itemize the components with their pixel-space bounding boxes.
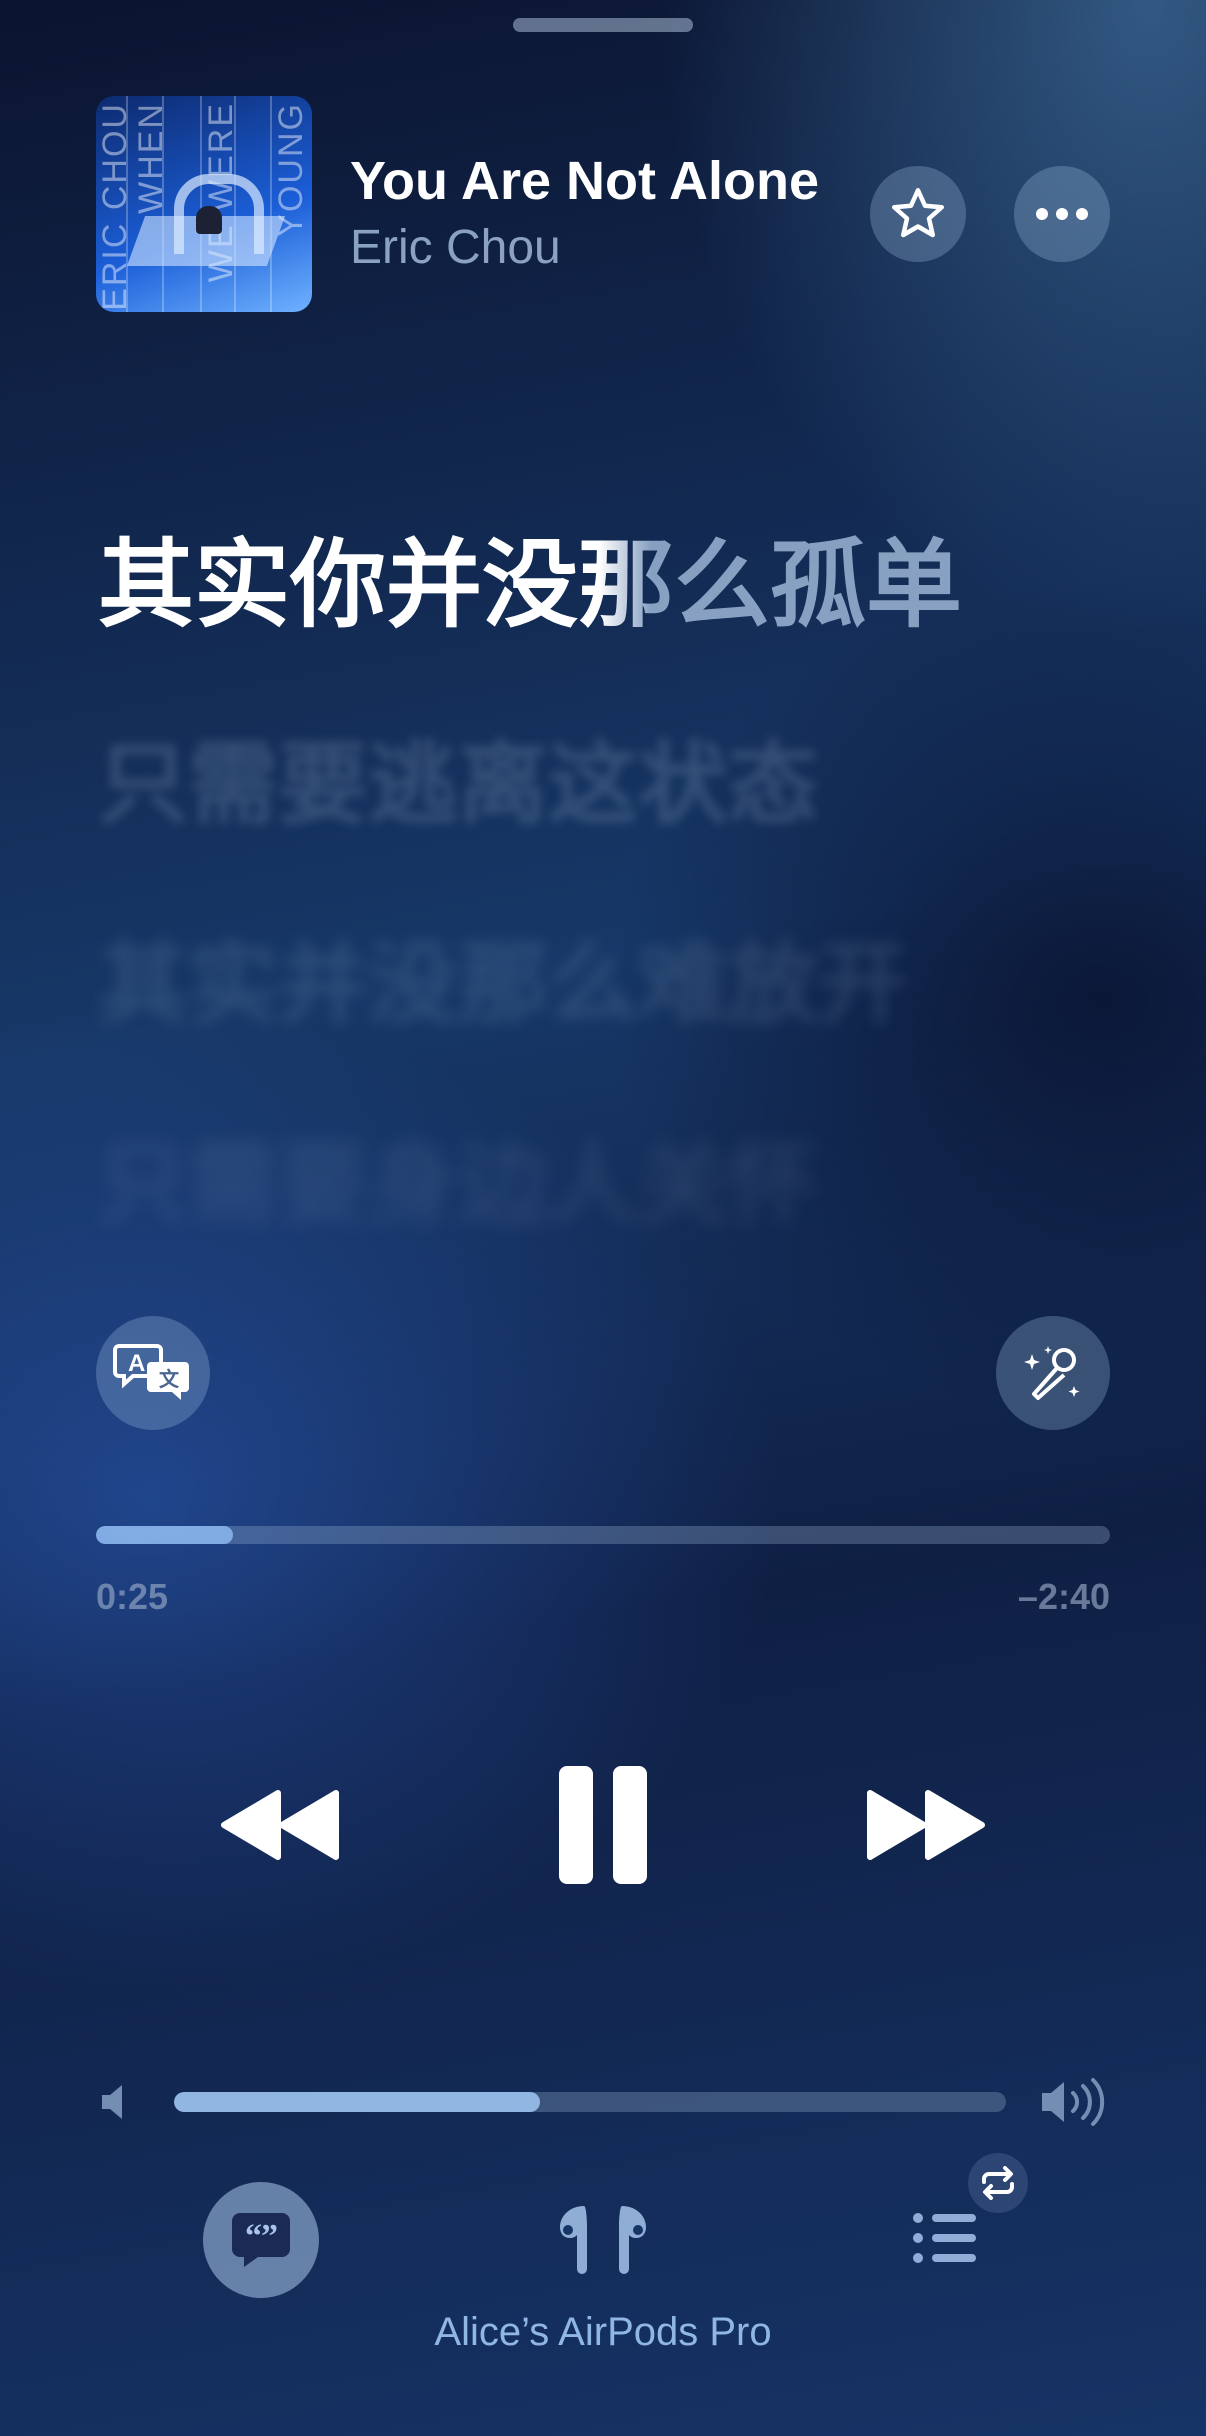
svg-text:”: ” — [261, 2218, 278, 2255]
artwork-text: ERIC CHOU — [96, 102, 134, 311]
favorite-button[interactable] — [870, 166, 966, 262]
playback-scrubber[interactable] — [96, 1526, 1110, 1544]
svg-text:文: 文 — [159, 1367, 180, 1391]
output-device-label[interactable]: Alice’s AirPods Pro — [0, 2310, 1206, 2355]
artwork-figure — [196, 206, 222, 234]
volume-high-icon — [1042, 2078, 1105, 2126]
airpods-pro-icon[interactable] — [554, 2198, 652, 2280]
translate-icon: A 文 — [113, 1344, 189, 1400]
list-icon[interactable] — [910, 2206, 980, 2270]
rewind-icon — [221, 1790, 339, 1860]
sing-button[interactable] — [996, 1316, 1110, 1430]
lyric-line[interactable]: 其实并没那么难放开 — [98, 920, 1138, 1050]
pause-icon — [559, 1766, 647, 1884]
volume-slider[interactable] — [174, 2092, 1006, 2112]
fast-forward-icon — [867, 1790, 985, 1860]
pause-button[interactable] — [532, 1750, 674, 1900]
song-artist[interactable]: Eric Chou — [350, 220, 561, 275]
elapsed-time: 0:25 — [96, 1576, 169, 1617]
lyrics-panel[interactable]: 其实你并没那么孤单 只需要逃离这状态 其实并没那么难放开 只需要身边人关怀 — [98, 520, 1138, 1250]
quote-bubble-icon: “ ” — [232, 2213, 290, 2267]
lyric-line-active[interactable]: 其实你并没那么孤单 — [98, 520, 1138, 650]
remaining-time: –2:40 — [1017, 1576, 1110, 1617]
translate-button[interactable]: A 文 — [96, 1316, 210, 1430]
star-icon — [892, 188, 944, 238]
repeat-button[interactable] — [968, 2153, 1028, 2213]
album-artwork[interactable]: ERIC CHOU WHEN WE WERE YOUNG — [96, 96, 312, 312]
more-button[interactable] — [1014, 166, 1110, 262]
fast-forward-button[interactable] — [856, 1770, 996, 1880]
repeat-icon — [982, 2166, 1014, 2200]
svg-text:A: A — [128, 1350, 145, 1377]
sheet-grabber[interactable] — [513, 18, 693, 32]
lyric-text: 其实你并没那么孤单 — [98, 529, 962, 641]
volume-low-icon — [102, 2085, 122, 2119]
lyric-line[interactable]: 只需要逃离这状态 — [98, 720, 1138, 850]
volume-level-fill — [174, 2092, 541, 2112]
lyric-line[interactable]: 只需要身边人关怀 — [98, 1120, 1138, 1250]
song-title[interactable]: You Are Not Alone — [350, 150, 819, 212]
microphone-sparkle-icon — [1024, 1346, 1080, 1400]
ellipsis-icon — [1036, 208, 1088, 220]
lyrics-button[interactable]: “ ” — [203, 2182, 319, 2298]
rewind-button[interactable] — [210, 1770, 350, 1880]
artwork-text: WHEN — [132, 102, 170, 214]
playback-progress-fill — [96, 1526, 233, 1544]
svg-text:“: “ — [245, 2218, 262, 2255]
